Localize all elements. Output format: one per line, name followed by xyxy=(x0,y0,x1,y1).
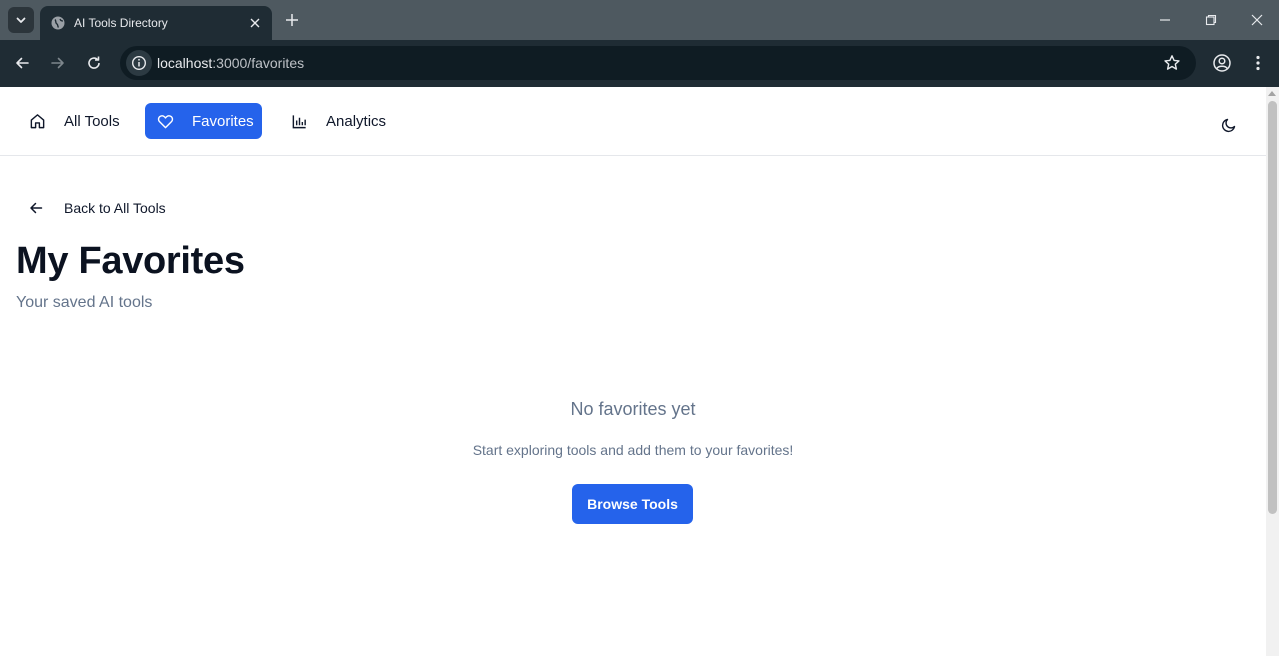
tab-search-button[interactable] xyxy=(8,7,34,33)
browser-toolbar: localhost:3000/favorites xyxy=(0,40,1279,87)
empty-state-description: Start exploring tools and add them to yo… xyxy=(472,442,794,458)
back-to-all-tools-link[interactable]: Back to All Tools xyxy=(28,197,166,219)
nav-favorites[interactable]: Favorites xyxy=(145,103,262,139)
page-title: My Favorites xyxy=(16,240,245,282)
back-link-label: Back to All Tools xyxy=(64,200,166,216)
star-icon[interactable] xyxy=(1162,53,1182,73)
nav-all-tools-label: All Tools xyxy=(64,112,120,130)
url-text: localhost:3000/favorites xyxy=(157,55,304,71)
forward-arrow-icon[interactable] xyxy=(44,49,72,77)
empty-state-title: No favorites yet xyxy=(570,399,696,419)
page-viewport: All Tools Favorites Analytics Back to Al… xyxy=(0,87,1266,656)
bar-chart-icon xyxy=(290,112,308,130)
app-navbar: All Tools Favorites Analytics xyxy=(0,87,1266,156)
info-icon[interactable] xyxy=(126,50,152,76)
page-scrollbar[interactable] xyxy=(1266,87,1279,656)
tab-title: AI Tools Directory xyxy=(74,16,168,30)
close-window-icon[interactable] xyxy=(1237,6,1277,34)
home-icon xyxy=(28,112,46,130)
arrow-left-icon xyxy=(28,200,44,216)
browser-tabstrip: AI Tools Directory xyxy=(0,0,1279,40)
profile-icon[interactable] xyxy=(1208,49,1236,77)
nav-analytics-label: Analytics xyxy=(326,112,387,130)
scroll-up-arrow[interactable] xyxy=(1268,91,1276,96)
plus-icon[interactable] xyxy=(280,8,304,32)
scroll-thumb[interactable] xyxy=(1268,101,1277,514)
heart-icon xyxy=(157,112,174,130)
url-host: localhost xyxy=(157,55,213,71)
restore-icon[interactable] xyxy=(1191,6,1231,34)
minimize-icon[interactable] xyxy=(1145,6,1185,34)
close-icon[interactable] xyxy=(244,12,266,34)
page-subtitle: Your saved AI tools xyxy=(16,294,153,311)
chevron-down-icon xyxy=(16,17,26,23)
nav-analytics[interactable]: Analytics xyxy=(278,103,398,139)
globe-icon xyxy=(50,15,66,31)
browse-tools-button[interactable]: Browse Tools xyxy=(572,484,693,524)
reload-icon[interactable] xyxy=(80,49,108,77)
nav-all-tools[interactable]: All Tools xyxy=(16,103,132,139)
browser-tab-active[interactable]: AI Tools Directory xyxy=(40,6,272,40)
url-path: :3000/favorites xyxy=(212,55,305,71)
nav-favorites-label: Favorites xyxy=(192,112,254,130)
address-bar[interactable]: localhost:3000/favorites xyxy=(120,46,1196,80)
back-arrow-icon[interactable] xyxy=(8,49,36,77)
more-vert-icon[interactable] xyxy=(1244,49,1272,77)
moon-icon[interactable] xyxy=(1215,111,1243,139)
